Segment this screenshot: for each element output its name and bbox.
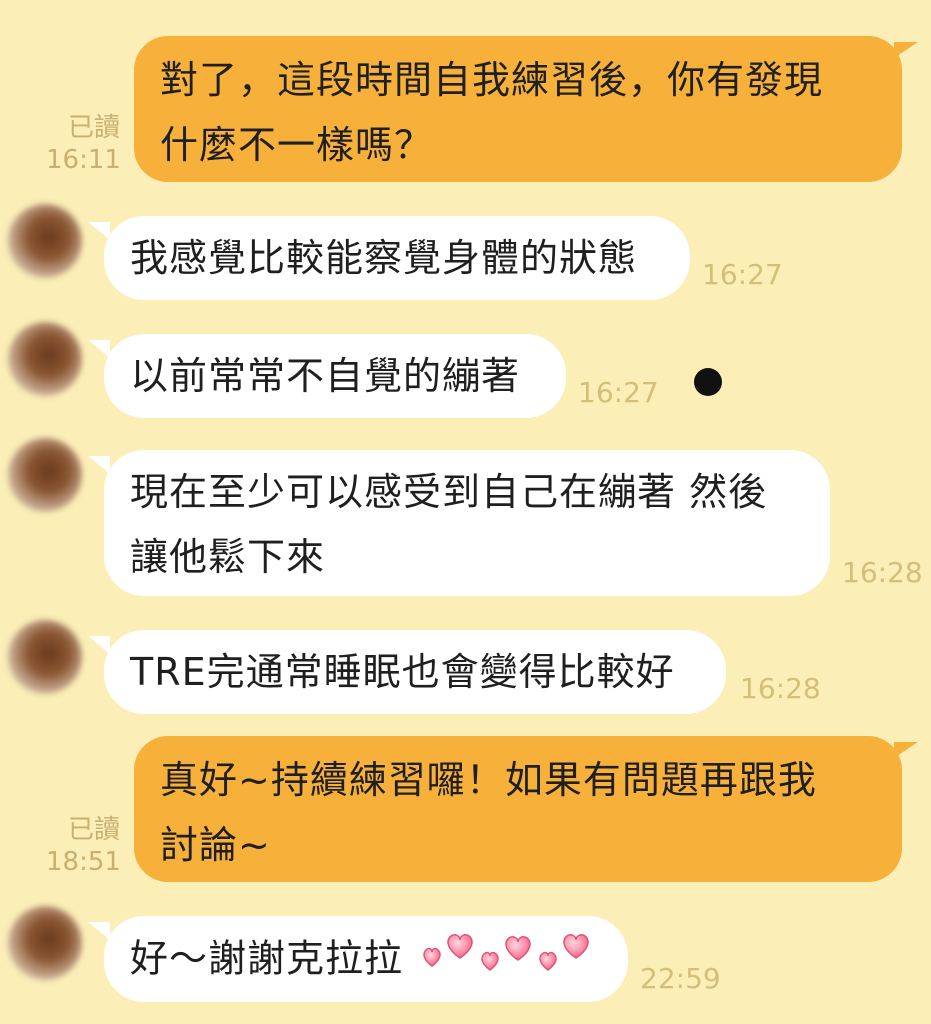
message-bubble-outgoing[interactable]: 真好~持續練習囉！如果有問題再跟我 討論~ xyxy=(134,736,902,882)
message-line: 討論~ xyxy=(160,823,271,867)
contact-avatar[interactable] xyxy=(8,906,82,980)
black-dot xyxy=(694,368,722,396)
message-bubble-incoming[interactable]: 好～謝謝克拉拉 xyxy=(104,916,628,1002)
message-time: 18:51 xyxy=(46,847,121,877)
message-line: 對了，這段時間自我練習後，你有發現 xyxy=(160,58,824,102)
message-time: 16:27 xyxy=(578,376,659,409)
message-bubble-outgoing[interactable]: 對了，這段時間自我練習後，你有發現 什麼不一樣嗎？ xyxy=(134,36,902,182)
contact-avatar[interactable] xyxy=(8,438,82,512)
message-line: 以前常常不自覺的繃著 xyxy=(130,354,521,398)
message-line: TRE完通常睡眠也會變得比較好 xyxy=(130,650,675,694)
bubble-tail xyxy=(88,636,110,654)
heart-small-icon xyxy=(423,947,441,967)
read-status-m6: 已讀 18:51 xyxy=(46,814,121,878)
heart-large-icon xyxy=(447,934,473,959)
message-line: 什麼不一樣嗎？ xyxy=(160,123,434,167)
message-line: 讓他鬆下來 xyxy=(130,535,326,579)
contact-avatar[interactable] xyxy=(8,620,82,694)
bubble-tail xyxy=(88,340,110,358)
hearts-svg xyxy=(423,934,589,971)
heart-small-icon xyxy=(539,951,557,971)
bubble-tail xyxy=(894,42,918,58)
heart-large-icon xyxy=(563,934,589,959)
message-bubble-incoming[interactable]: TRE完通常睡眠也會變得比較好 xyxy=(104,630,726,714)
contact-avatar[interactable] xyxy=(8,322,82,396)
read-label: 已讀 xyxy=(67,815,120,845)
message-time: 16:28 xyxy=(740,672,821,705)
bubble-tail xyxy=(88,922,110,940)
heart-large-icon xyxy=(505,936,531,961)
message-time: 22:59 xyxy=(640,962,721,995)
contact-avatar[interactable] xyxy=(8,204,82,278)
bubble-tail xyxy=(88,456,110,474)
message-bubble-incoming[interactable]: 我感覺比較能察覺身體的狀態 xyxy=(104,216,690,300)
heart-emoji-icon xyxy=(420,926,596,996)
message-bubble-incoming[interactable]: 以前常常不自覺的繃著 xyxy=(104,334,566,418)
message-line: 好～謝謝克拉拉 xyxy=(130,936,404,981)
message-time: 16:27 xyxy=(702,258,783,291)
message-line: 現在至少可以感受到自己在繃著 然後 xyxy=(130,470,768,514)
message-time: 16:11 xyxy=(46,145,121,175)
read-label: 已讀 xyxy=(67,113,120,143)
heart-small-icon xyxy=(481,951,499,971)
message-line: 我感覺比較能察覺身體的狀態 xyxy=(130,236,638,280)
bubble-tail xyxy=(894,742,918,758)
read-status-m1: 已讀 16:11 xyxy=(46,112,121,176)
bubble-tail xyxy=(88,222,110,240)
message-bubble-incoming[interactable]: 現在至少可以感受到自己在繃著 然後 讓他鬆下來 xyxy=(104,450,830,596)
message-time: 16:28 xyxy=(842,556,923,589)
message-line: 真好~持續練習囉！如果有問題再跟我 xyxy=(160,758,817,802)
